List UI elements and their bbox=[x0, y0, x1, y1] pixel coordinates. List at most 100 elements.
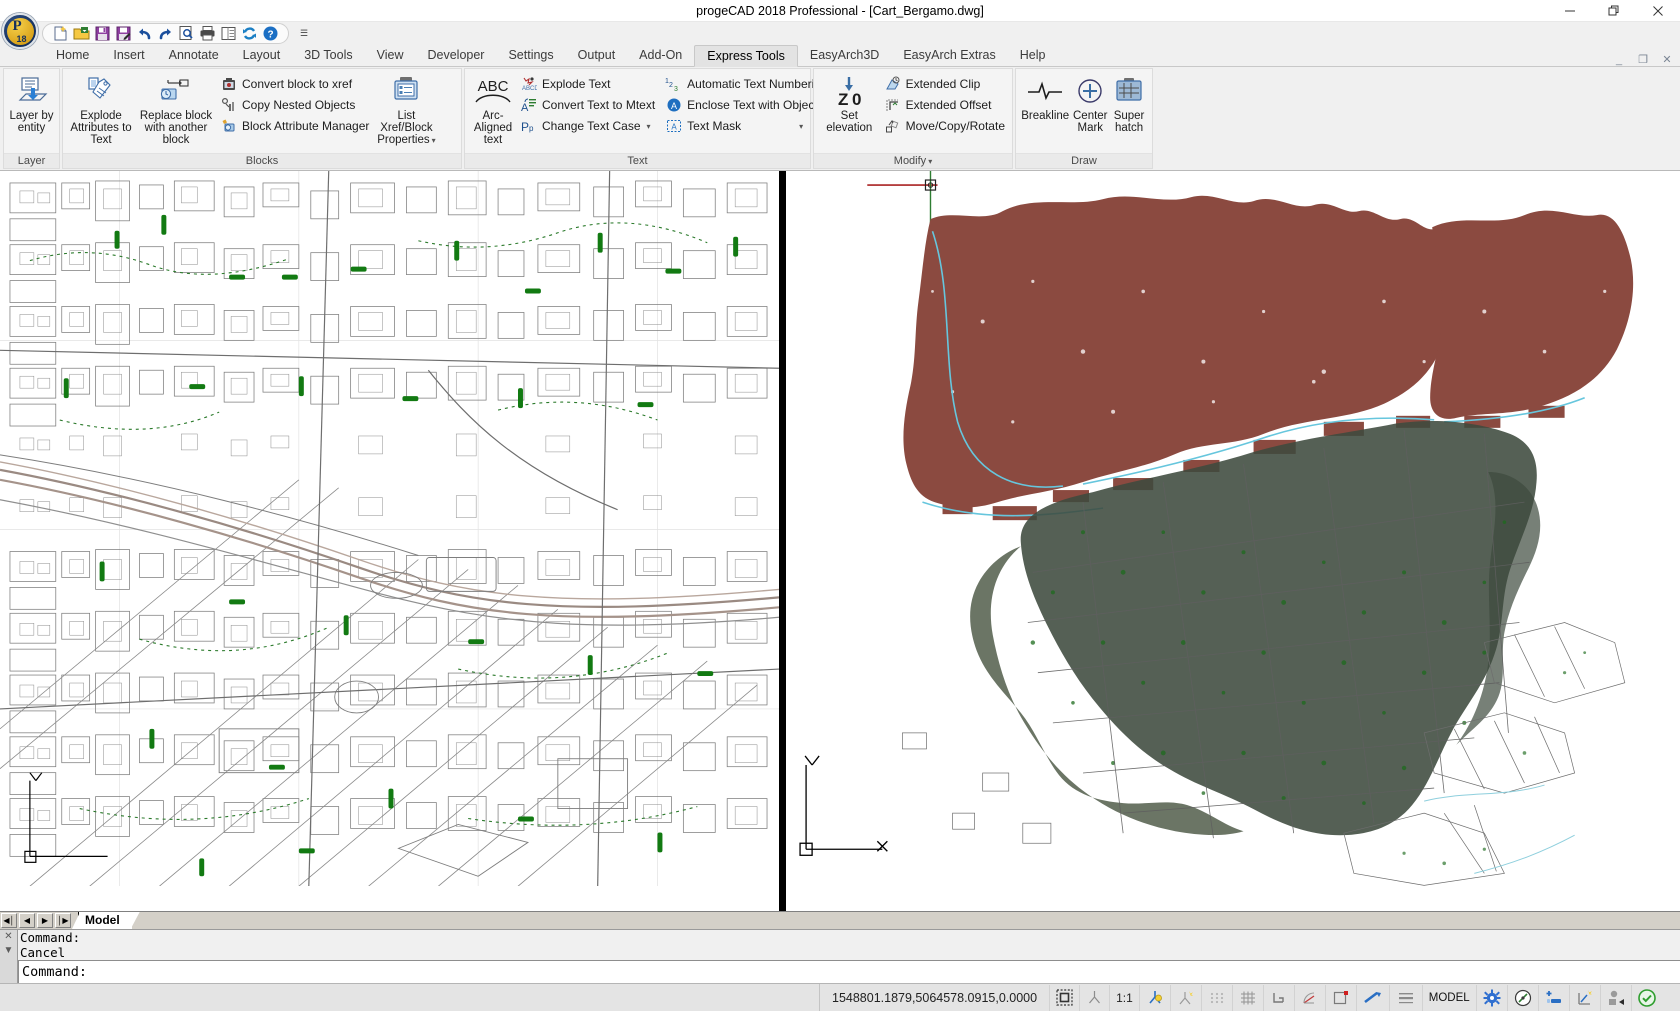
tab-help[interactable]: Help bbox=[1008, 44, 1058, 66]
arc-aligned-text-icon: ABC bbox=[470, 74, 516, 108]
lineweight-icon[interactable] bbox=[1388, 984, 1422, 1011]
help-icon[interactable]: ? bbox=[261, 24, 280, 43]
enclose-text-with-object-button[interactable]: A Enclose Text with Object bbox=[662, 95, 831, 115]
tab-home[interactable]: Home bbox=[44, 44, 101, 66]
window-controls bbox=[1548, 0, 1680, 22]
save-as-icon[interactable] bbox=[114, 24, 133, 43]
explode-attributes-to-text-button[interactable]: Explode Attributes to Text bbox=[67, 72, 135, 148]
tab-3d-tools[interactable]: 3D Tools bbox=[292, 44, 364, 66]
tab-developer[interactable]: Developer bbox=[415, 44, 496, 66]
change-text-case-button[interactable]: P p Change Text Case ▾ bbox=[517, 116, 658, 136]
svg-text:ABCD: ABCD bbox=[522, 86, 537, 92]
block-attribute-manager-button[interactable]: Block Attribute Manager bbox=[217, 116, 372, 136]
tab-model[interactable]: Model bbox=[78, 912, 132, 929]
list-xref-block-properties-button[interactable]: List Xref/Block Properties ▾ bbox=[372, 72, 440, 149]
title-bar: progeCAD 2018 Professional - [Cart_Berga… bbox=[0, 0, 1680, 22]
document-minimize-button[interactable]: _ bbox=[1612, 54, 1626, 66]
text-mask-button[interactable]: A Text Mask ▾ bbox=[662, 116, 831, 136]
model-space-label[interactable]: MODEL bbox=[1421, 984, 1476, 1011]
layer-by-entity-label: Layer by entity bbox=[9, 110, 54, 134]
scale-label[interactable]: 1:1 bbox=[1109, 984, 1139, 1011]
chevron-down-icon[interactable]: ▾ bbox=[647, 122, 651, 131]
redo-icon[interactable] bbox=[156, 24, 175, 43]
layer-by-entity-button[interactable]: Layer by entity bbox=[8, 72, 55, 136]
tab-layout[interactable]: Layout bbox=[231, 44, 293, 66]
convert-text-to-mtext-button[interactable]: A Convert Text to Mtext bbox=[517, 95, 658, 115]
arc-aligned-text-button[interactable]: ABC Arc-Aligned text bbox=[469, 72, 517, 148]
tab-view[interactable]: View bbox=[365, 44, 416, 66]
polar-icon[interactable] bbox=[1293, 984, 1325, 1011]
extended-offset-button[interactable]: Extended Offset bbox=[881, 95, 1008, 115]
set-elevation-button[interactable]: Z 0 Set elevation bbox=[818, 72, 881, 136]
chevron-down-icon[interactable]: ▾ bbox=[928, 157, 932, 166]
settings-gear-icon[interactable] bbox=[1475, 984, 1507, 1011]
tab-output[interactable]: Output bbox=[566, 44, 628, 66]
command-window-close-button[interactable]: ✕ bbox=[4, 932, 12, 942]
explode-text-button[interactable]: ABCD Explode Text bbox=[517, 74, 658, 94]
breakline-button[interactable]: Breakline bbox=[1020, 72, 1070, 124]
tab-insert[interactable]: Insert bbox=[101, 44, 156, 66]
drawing-area[interactable] bbox=[0, 171, 1680, 911]
blocks-small-buttons: Convert block to xref Copy Nested Object… bbox=[217, 72, 372, 136]
move-copy-rotate-button[interactable]: Move/Copy/Rotate bbox=[881, 116, 1008, 136]
last-tab-button[interactable]: │▶ bbox=[55, 913, 71, 928]
object-snap-icon[interactable] bbox=[1324, 984, 1356, 1011]
automatic-text-numbering-label: Automatic Text Numbering bbox=[687, 77, 828, 91]
convert-block-to-xref-button[interactable]: Convert block to xref bbox=[217, 74, 372, 94]
svg-text:p: p bbox=[529, 124, 534, 133]
otrack-icon[interactable] bbox=[1138, 984, 1170, 1011]
clean-screen-icon[interactable] bbox=[1506, 984, 1538, 1011]
tab-express-tools[interactable]: Express Tools bbox=[694, 45, 798, 67]
svg-text:A: A bbox=[671, 101, 677, 111]
undo-icon[interactable] bbox=[135, 24, 154, 43]
extended-clip-button[interactable]: Extended Clip bbox=[881, 74, 1008, 94]
close-button[interactable] bbox=[1636, 0, 1680, 22]
annotation-autoscale-icon[interactable] bbox=[1599, 984, 1631, 1011]
status-ok-icon[interactable] bbox=[1630, 984, 1662, 1011]
replace-block-button[interactable]: Replace block with another block bbox=[135, 72, 217, 148]
document-close-button[interactable]: ✕ bbox=[1660, 53, 1674, 66]
coordinates-readout[interactable]: 1548801.1879,5064578.0915,0.0000 bbox=[820, 991, 1049, 1005]
right-map-viewport[interactable] bbox=[782, 171, 1680, 911]
command-window-collapse-button[interactable]: ▼ bbox=[4, 946, 14, 956]
command-input[interactable]: Command: bbox=[18, 960, 1680, 983]
document-restore-button[interactable]: ❐ bbox=[1636, 53, 1650, 66]
print-icon[interactable] bbox=[198, 24, 217, 43]
tab-add-on[interactable]: Add-On bbox=[627, 44, 694, 66]
annotation-visibility-icon[interactable] bbox=[1568, 984, 1600, 1011]
object-snap-tracking-icon[interactable] bbox=[1355, 984, 1389, 1011]
new-icon[interactable] bbox=[51, 24, 70, 43]
dynamic-input-icon[interactable] bbox=[1169, 984, 1201, 1011]
grid-icon[interactable] bbox=[1231, 984, 1263, 1011]
next-tab-button[interactable]: ▶ bbox=[37, 913, 53, 928]
snap-grid-dots-icon[interactable] bbox=[1200, 984, 1232, 1011]
app-logo-icon[interactable]: P 18 bbox=[2, 13, 38, 49]
chevron-down-icon[interactable]: ▾ bbox=[432, 136, 436, 145]
automatic-text-numbering-button[interactable]: 1 2 3 Automatic Text Numbering bbox=[662, 74, 831, 94]
tab-easyarch3d[interactable]: EasyArch3D bbox=[798, 44, 891, 66]
tab-annotate[interactable]: Annotate bbox=[157, 44, 231, 66]
tab-easyarch-extras[interactable]: EasyArch Extras bbox=[891, 44, 1007, 66]
super-hatch-button[interactable]: Super hatch bbox=[1110, 72, 1148, 136]
first-tab-button[interactable]: ◀│ bbox=[1, 913, 17, 928]
command-window-gutter: ✕ ▼ bbox=[0, 930, 18, 983]
ortho-icon[interactable] bbox=[1262, 984, 1294, 1011]
properties-icon[interactable] bbox=[219, 24, 238, 43]
ribbon-group-draw: Breakline Center Mark Super hatch Draw bbox=[1015, 68, 1153, 169]
previous-tab-button[interactable]: ◀ bbox=[19, 913, 35, 928]
copy-nested-objects-button[interactable]: Copy Nested Objects bbox=[217, 95, 372, 115]
tab-settings[interactable]: Settings bbox=[496, 44, 565, 66]
save-icon[interactable] bbox=[93, 24, 112, 43]
center-mark-button[interactable]: Center Mark bbox=[1070, 72, 1110, 136]
minimize-button[interactable] bbox=[1548, 0, 1592, 22]
open-icon[interactable] bbox=[72, 24, 91, 43]
viewport-maximize-icon[interactable] bbox=[1049, 984, 1079, 1011]
chevron-down-icon[interactable]: ▾ bbox=[799, 122, 803, 131]
dynamic-ucs-icon[interactable] bbox=[1079, 984, 1109, 1011]
left-map-viewport[interactable] bbox=[0, 171, 782, 911]
print-preview-icon[interactable] bbox=[177, 24, 196, 43]
refresh-icon[interactable] bbox=[240, 24, 259, 43]
quick-access-overflow-button[interactable]: ☰ bbox=[297, 28, 311, 39]
annotation-scale-icon[interactable] bbox=[1537, 984, 1569, 1011]
restore-button[interactable] bbox=[1592, 0, 1636, 22]
